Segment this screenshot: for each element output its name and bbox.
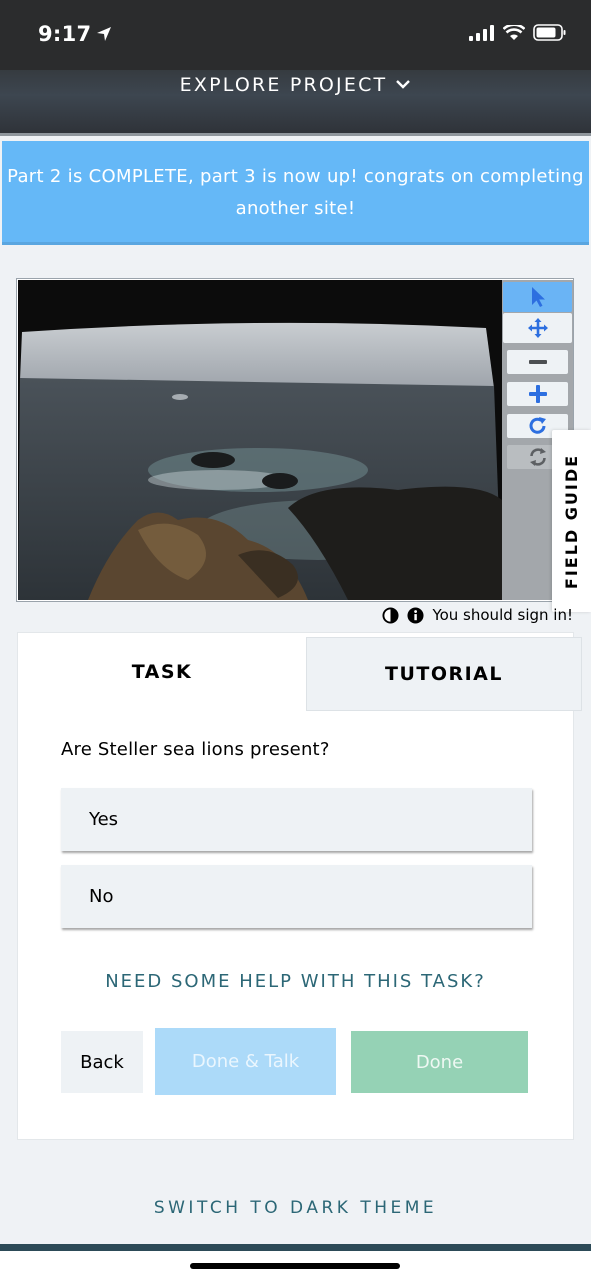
- done-and-talk-button[interactable]: Done & Talk: [155, 1028, 336, 1095]
- subject-image[interactable]: [18, 280, 502, 600]
- pointer-icon: [531, 287, 545, 307]
- explore-project-menu[interactable]: EXPLORE PROJECT: [0, 74, 591, 96]
- location-arrow-icon: [97, 27, 112, 41]
- subject-viewer: [16, 278, 574, 602]
- explore-project-label: EXPLORE PROJECT: [179, 74, 388, 96]
- answer-yes-button[interactable]: Yes: [61, 788, 532, 851]
- announcement-banner: Part 2 is COMPLETE, part 3 is now up! co…: [2, 141, 589, 245]
- chevron-down-icon: [396, 80, 411, 89]
- task-help-link[interactable]: NEED SOME HELP WITH THIS TASK?: [18, 971, 573, 992]
- info-icon[interactable]: [407, 606, 424, 624]
- done-button[interactable]: Done: [351, 1031, 528, 1093]
- zoom-in-icon: [528, 385, 547, 403]
- move-icon: [527, 318, 548, 338]
- answer-yes-label: Yes: [89, 809, 119, 830]
- status-indicators: [469, 24, 567, 41]
- viewer-meta-row: You should sign in!: [382, 606, 573, 624]
- task-question: Are Steller sea lions present?: [61, 739, 330, 760]
- move-tool-button[interactable]: [503, 313, 572, 343]
- task-panel: TASK TUTORIAL Are Steller sea lions pres…: [17, 632, 582, 1140]
- reset-icon: [529, 448, 546, 466]
- zoom-in-button[interactable]: [507, 382, 568, 406]
- footer-bar: [0, 1244, 591, 1280]
- zoom-out-button[interactable]: [507, 350, 568, 374]
- answer-no-label: No: [89, 886, 114, 907]
- tab-task-label: TASK: [131, 661, 193, 683]
- wifi-icon: [503, 24, 525, 40]
- field-guide-label: FIELD GUIDE: [562, 453, 581, 589]
- signal-icon: [469, 24, 494, 41]
- clock-label: 9:17: [38, 22, 92, 46]
- rotate-icon: [529, 417, 546, 434]
- back-button[interactable]: Back: [61, 1031, 143, 1093]
- announcement-text: Part 2 is COMPLETE, part 3 is now up! co…: [7, 166, 584, 219]
- tab-task[interactable]: TASK: [18, 633, 306, 711]
- pointer-tool-button[interactable]: [503, 282, 572, 312]
- zoom-out-icon: [528, 360, 547, 364]
- field-guide-tab[interactable]: FIELD GUIDE: [552, 430, 591, 612]
- switch-theme-link[interactable]: SWITCH TO DARK THEME: [0, 1198, 591, 1218]
- sign-in-notice: You should sign in!: [432, 606, 573, 624]
- home-indicator: [190, 1263, 400, 1269]
- tab-tutorial-label: TUTORIAL: [384, 663, 503, 685]
- answer-no-button[interactable]: No: [61, 865, 532, 928]
- status-bar: 9:17: [0, 0, 591, 70]
- battery-icon: [533, 24, 566, 41]
- project-header: EXPLORE PROJECT: [0, 70, 591, 136]
- tab-tutorial[interactable]: TUTORIAL: [306, 637, 582, 711]
- status-time: 9:17: [38, 22, 113, 46]
- contrast-icon[interactable]: [382, 606, 399, 624]
